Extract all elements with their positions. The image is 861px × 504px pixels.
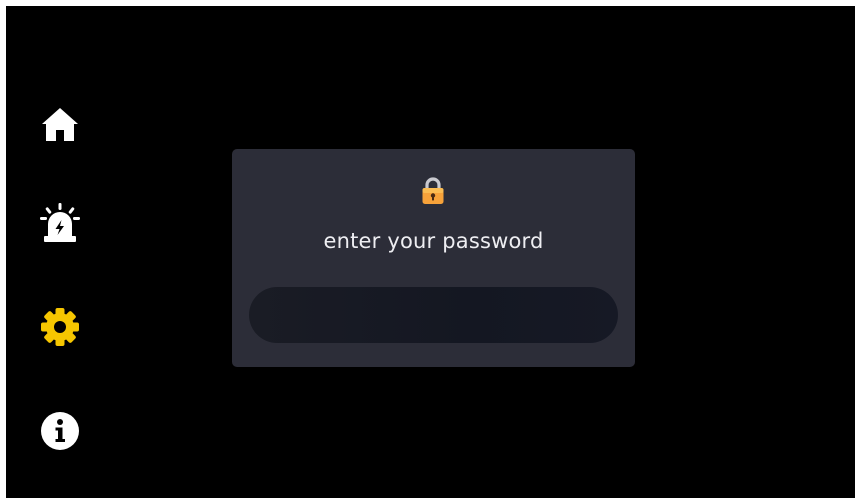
sidebar-item-settings[interactable] [34, 301, 86, 353]
gear-icon [41, 308, 79, 346]
password-input[interactable] [249, 287, 618, 343]
sidebar-item-info[interactable] [34, 405, 86, 457]
password-dialog: enter your password [232, 149, 635, 367]
info-icon [41, 412, 79, 450]
alarm-icon [40, 203, 80, 242]
app-screen: enter your password [6, 6, 855, 498]
password-prompt: enter your password [323, 229, 544, 253]
sidebar-nav [6, 6, 116, 498]
sidebar-item-alarm[interactable] [34, 197, 86, 249]
lock-icon [422, 177, 444, 204]
sidebar-item-home[interactable] [34, 98, 86, 150]
home-icon [42, 108, 78, 141]
